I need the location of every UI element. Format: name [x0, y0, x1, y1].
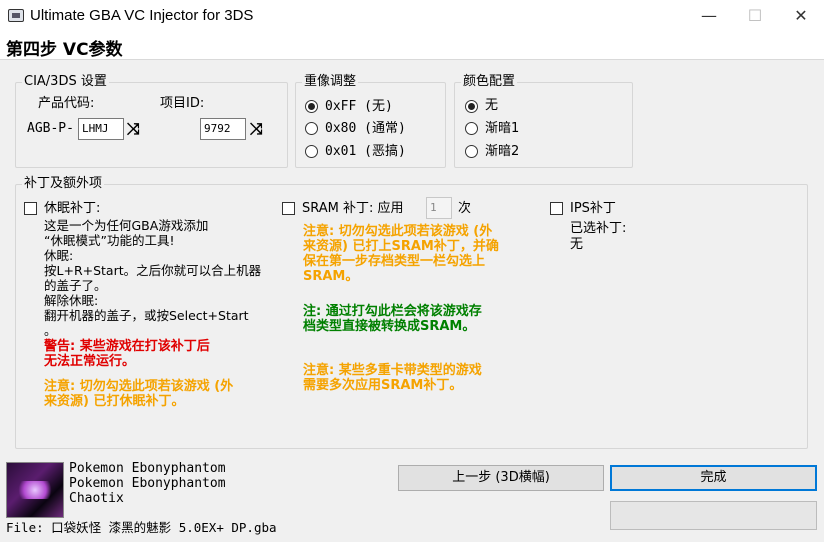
- page-title: 第四步 VC参数: [6, 40, 123, 60]
- cia-settings-legend: CIA/3DS 设置: [22, 74, 109, 90]
- sleep-patch-description: 这是一个为任何GBA游戏添加 “休眠模式”功能的工具! 休眠: 按L+R+Sta…: [44, 218, 262, 338]
- sram-patch-checkbox[interactable]: [282, 202, 295, 215]
- step-header: [0, 32, 824, 60]
- color-option-none: 无: [485, 98, 499, 113]
- finish-button[interactable]: 完成: [610, 465, 817, 491]
- product-code-input[interactable]: LHMJ: [78, 118, 124, 140]
- patches-legend: 补丁及额外项: [22, 176, 105, 192]
- sleep-patch-checkbox[interactable]: [24, 202, 37, 215]
- rerender-option-80: 0x80 (通常): [325, 121, 406, 136]
- rom-cover-image: [6, 462, 64, 518]
- sram-times-input[interactable]: 1: [426, 197, 452, 219]
- shuffle-product-code-icon[interactable]: ⤨: [127, 120, 140, 138]
- product-code-label: 产品代码:: [38, 96, 95, 111]
- color-config-group: [454, 82, 633, 168]
- ips-patch-checkbox[interactable]: [550, 202, 563, 215]
- progress-bar: [610, 501, 817, 530]
- sram-patch-note-2: 注意: 某些多重卡带类型的游戏 需要多次应用SRAM补丁。: [303, 363, 482, 393]
- project-id-input[interactable]: 9792: [200, 118, 246, 140]
- color-option-fade2: 渐暗2: [485, 144, 520, 159]
- maximize-button[interactable]: ☐: [732, 0, 778, 32]
- color-radio-fade2[interactable]: [465, 145, 478, 158]
- ips-selected-label: 已选补丁:: [570, 221, 627, 236]
- sleep-patch-note: 注意: 切勿勾选此项若该游戏 (外 来资源) 已打休眠补丁。: [44, 379, 234, 409]
- rerender-radio-ff[interactable]: [305, 100, 318, 113]
- shuffle-project-id-icon[interactable]: ⤨: [250, 120, 263, 138]
- ips-patch-label: IPS补丁: [570, 201, 616, 216]
- app-icon: [8, 9, 24, 22]
- window-title: Ultimate GBA VC Injector for 3DS: [30, 7, 254, 24]
- sleep-patch-warning: 警告: 某些游戏在打该补丁后 无法正常运行。: [44, 339, 210, 369]
- rom-title-2: Pokemon Ebonyphantom: [69, 476, 226, 491]
- sram-patch-label: SRAM 补丁: 应用: [302, 201, 404, 216]
- rom-publisher: Chaotix: [69, 491, 124, 506]
- rom-title-1: Pokemon Ebonyphantom: [69, 461, 226, 476]
- back-button[interactable]: 上一步 (3D横幅): [398, 465, 604, 491]
- color-option-fade1: 渐暗1: [485, 121, 520, 136]
- sleep-patch-label: 休眠补丁:: [44, 201, 101, 216]
- minimize-button[interactable]: —: [686, 0, 732, 32]
- rerender-option-ff: 0xFF (无): [325, 99, 393, 114]
- sram-patch-note-1: 注意: 切勿勾选此项若该游戏 (外 来资源) 已打上SRAM补丁，并确 保在第一…: [303, 224, 499, 284]
- ips-selected-value: 无: [570, 237, 584, 252]
- sram-patch-note-green: 注: 通过打勾此栏会将该游戏存 档类型直接被转换成SRAM。: [303, 304, 482, 334]
- color-radio-none[interactable]: [465, 100, 478, 113]
- product-code-prefix: AGB-P-: [27, 121, 74, 136]
- color-config-legend: 颜色配置: [461, 74, 518, 90]
- sram-times-suffix: 次: [458, 201, 472, 216]
- rerender-radio-01[interactable]: [305, 145, 318, 158]
- rom-file-path: File: 口袋妖怪 漆黑的魅影 5.0EX+ DP.gba: [6, 520, 277, 535]
- close-button[interactable]: ✕: [778, 0, 824, 32]
- rerender-legend: 重像调整: [302, 74, 359, 90]
- rerender-radio-80[interactable]: [305, 122, 318, 135]
- rerender-option-01: 0x01 (恶搞): [325, 144, 406, 159]
- project-id-label: 项目ID:: [160, 96, 205, 111]
- color-radio-fade1[interactable]: [465, 122, 478, 135]
